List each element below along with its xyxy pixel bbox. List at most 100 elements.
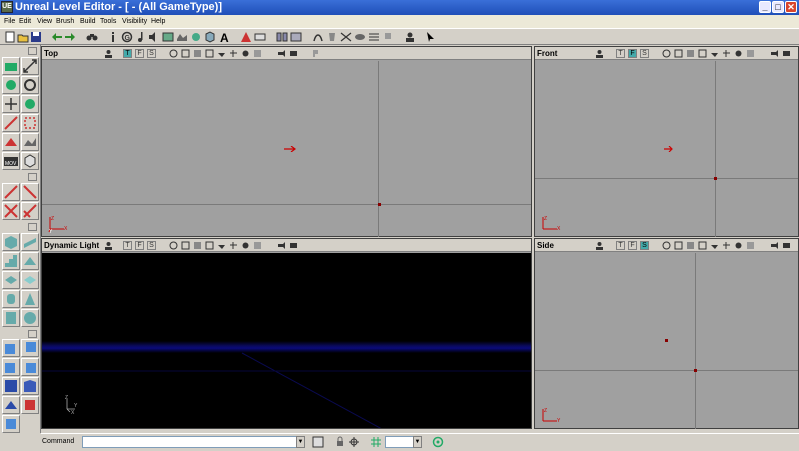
search-icon[interactable] [86,31,98,43]
viewport-camera-icon[interactable] [277,49,286,58]
viewport-zone-icon[interactable] [674,49,683,58]
polygon-icon[interactable] [2,133,20,151]
cube-brush-icon[interactable] [2,233,20,251]
vertex-mode-icon[interactable] [21,76,39,94]
viewport-texture-icon[interactable] [193,49,202,58]
face-drag-icon[interactable] [2,114,20,132]
mesh-icon[interactable] [176,31,188,43]
viewport-mode-top[interactable]: T [123,241,132,250]
viewport-normal-icon[interactable] [734,49,743,58]
rotation-grid-icon[interactable] [432,436,444,448]
build-geometry-icon[interactable] [276,31,288,43]
palette-collapse-2-icon[interactable] [28,173,37,181]
viewport-texture-icon[interactable] [193,241,202,250]
viewport-top[interactable]: Top T F S Z X Y [41,46,532,237]
redo-icon[interactable] [64,31,76,43]
viewport-lock-icon[interactable] [782,241,791,250]
rotate-mode-icon[interactable] [2,76,20,94]
brush-clip-icon[interactable] [2,95,20,113]
player-start-icon[interactable] [284,146,298,152]
anim-icon[interactable] [190,31,202,43]
viewport-depth-icon[interactable] [253,241,262,250]
add-brush-icon[interactable] [2,183,20,201]
add-special-icon[interactable] [21,377,39,395]
command-dropdown-icon[interactable]: ▼ [296,436,305,448]
viewport-camera-icon[interactable] [770,241,779,250]
curved-stair-icon[interactable] [21,252,39,270]
viewport-dynamic-icon[interactable] [217,49,226,58]
build-paths-icon[interactable] [312,31,324,43]
music-icon[interactable] [135,31,147,43]
menu-visibility[interactable]: Visibility [122,15,147,28]
grid-toggle-icon[interactable] [370,436,382,448]
palette-collapse-icon[interactable] [28,47,37,55]
font-icon[interactable]: A [219,31,231,43]
add-volume-icon[interactable] [21,396,39,414]
matinee-icon[interactable]: MOV [2,152,20,170]
add-csg-icon[interactable] [2,339,20,357]
viewport-mode-front[interactable]: F [628,241,637,250]
viewport-mode-front[interactable]: F [628,49,637,58]
viewport-mode-front[interactable]: F [135,241,144,250]
viewport-lighting-icon[interactable] [205,241,214,250]
texture-icon[interactable] [162,31,174,43]
viewport-depth-icon[interactable] [253,49,262,58]
viewport-wireframe-icon[interactable] [169,49,178,58]
viewport-normal-icon[interactable] [734,241,743,250]
pointer-icon[interactable] [425,31,437,43]
viewport-lighting-icon[interactable] [698,49,707,58]
viewport-lighting-icon[interactable] [698,241,707,250]
viewport-side-canvas[interactable]: Z Y [535,253,798,429]
toggle-icon[interactable] [382,31,394,43]
cube-browser-icon[interactable] [21,152,39,170]
close-button[interactable]: ✕ [785,1,797,13]
viewport-wireframe-icon[interactable] [662,241,671,250]
viewport-front[interactable]: Front T F S Z X [534,46,799,237]
title-bar[interactable]: UE Unreal Level Editor - [ - (All GameTy… [0,0,799,15]
subtract-csg-icon[interactable] [21,339,39,357]
command-history-icon[interactable] [312,436,324,448]
viewport-mode-side[interactable]: S [640,241,649,250]
texture-pan-icon[interactable] [21,95,39,113]
menu-edit[interactable]: Edit [19,15,31,28]
viewport-texture-icon[interactable] [686,241,695,250]
viewport-lock-icon[interactable] [289,241,298,250]
viewport-realtime-icon[interactable] [104,49,113,58]
filter-icon[interactable] [368,31,380,43]
add-antiportal-icon[interactable] [2,415,20,433]
player-start-icon[interactable] [664,146,674,152]
viewport-normal-icon[interactable] [241,241,250,250]
properties-icon[interactable] [254,31,266,43]
new-icon[interactable] [4,31,16,43]
vertex-edit-icon[interactable] [21,114,39,132]
viewport-top-canvas[interactable]: Z X Y [42,61,531,237]
grid-dropdown-icon[interactable]: ▼ [413,436,422,448]
viewport-realtime-icon[interactable] [104,241,113,250]
viewport-mode-side[interactable]: S [147,241,156,250]
lock-selection-icon[interactable] [334,436,346,448]
viewport-dynamic-icon[interactable] [710,241,719,250]
palette-collapse-3-icon[interactable] [28,223,37,231]
info-icon[interactable] [107,31,119,43]
menu-file[interactable]: File [4,15,15,28]
viewport-wireframe-icon[interactable] [662,49,671,58]
rebuild-icon[interactable] [354,31,366,43]
viewport-mode-side[interactable]: S [147,49,156,58]
viewport-lock-icon[interactable] [782,49,791,58]
menu-build[interactable]: Build [80,15,96,28]
deintersect-csg-icon[interactable] [21,358,39,376]
viewport-texture-icon[interactable] [686,49,695,58]
viewport-depth-icon[interactable] [746,241,755,250]
viewport-zone-icon[interactable] [674,241,683,250]
spiral-brush-icon[interactable] [2,309,20,327]
save-icon[interactable] [30,31,42,43]
group-icon[interactable]: G [121,31,133,43]
build-lighting-icon[interactable] [290,31,302,43]
snap-vertex-icon[interactable] [348,436,360,448]
viewport-zone-icon[interactable] [181,241,190,250]
viewport-depth-icon[interactable] [746,49,755,58]
maximize-button[interactable]: □ [772,1,784,13]
viewport-front-canvas[interactable]: Z X [535,61,798,237]
sound-icon[interactable] [148,31,160,43]
viewport-flat-icon[interactable] [722,49,731,58]
